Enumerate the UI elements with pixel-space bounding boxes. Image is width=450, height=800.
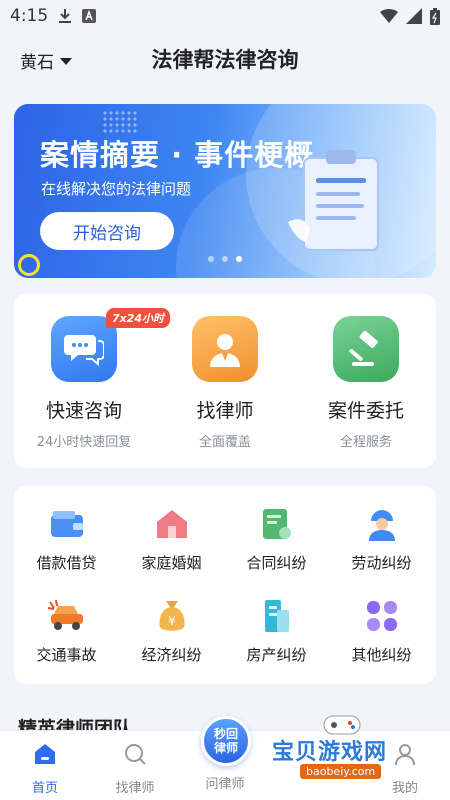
- floating-ring-icon: [18, 254, 40, 276]
- category-contract[interactable]: 合同纠纷: [224, 504, 329, 573]
- category-property[interactable]: 房产纠纷: [224, 596, 329, 665]
- category-label: 家庭婚姻: [141, 554, 202, 572]
- banner-title: 案情摘要 · 事件梗概: [40, 138, 315, 172]
- clipboard-document-icon: [288, 150, 379, 251]
- status-time: 4:15: [10, 6, 49, 26]
- lawyer-icon: [192, 316, 258, 382]
- svg-text:¥: ¥: [168, 614, 176, 628]
- category-label: 其他纠纷: [351, 646, 412, 664]
- category-marriage[interactable]: 家庭婚姻: [119, 504, 224, 573]
- search-icon: [125, 744, 146, 765]
- banner-page-dot[interactable]: [208, 256, 214, 262]
- banner-dot-pattern: [102, 110, 138, 134]
- gavel-icon: [333, 316, 399, 382]
- nav-label: 问律师: [205, 777, 245, 792]
- category-card: 借款借贷 家庭婚姻 合同纠纷 劳动纠纷 交通事故 ¥ 经济纠纷 房产纠纷 其他纠…: [14, 486, 436, 684]
- nav-find-lawyer[interactable]: 找律师: [90, 741, 180, 796]
- contract-icon: [257, 504, 297, 544]
- banner-page-dot[interactable]: [222, 256, 228, 262]
- category-label: 合同纠纷: [246, 554, 307, 572]
- money-bag-icon: ¥: [152, 596, 192, 636]
- watermark-url: baobeiy.com: [300, 764, 382, 779]
- status-bar: 4:15: [0, 0, 450, 32]
- category-traffic[interactable]: 交通事故: [14, 596, 119, 665]
- battery-icon: [430, 7, 440, 25]
- home-icon: [35, 744, 55, 764]
- start-consult-button[interactable]: 开始咨询: [40, 212, 174, 250]
- center-button-line1: 秒回: [213, 727, 238, 741]
- instant-reply-lawyer-button[interactable]: 秒回 律师: [201, 716, 251, 766]
- quick-consult-entry[interactable]: 快速咨询 24小时快速回复: [14, 316, 154, 450]
- category-label: 劳动纠纷: [351, 554, 412, 572]
- category-labor[interactable]: 劳动纠纷: [329, 504, 434, 573]
- feature-label: 案件委托: [327, 400, 404, 422]
- app-notification-icon: [82, 9, 97, 23]
- car-crash-icon: [47, 596, 87, 636]
- signal-icon: [406, 8, 422, 24]
- center-button-line2: 律师: [213, 741, 238, 755]
- category-loan[interactable]: 借款借贷: [14, 504, 119, 573]
- watermark: 宝贝游戏网 baobeiy.com: [272, 712, 428, 782]
- house-icon: [152, 504, 192, 544]
- category-label: 交通事故: [36, 646, 97, 664]
- category-other[interactable]: 其他纠纷: [329, 596, 434, 665]
- feature-subtitle: 全程服务: [339, 435, 392, 450]
- page-title: 法律帮法律咨询: [151, 48, 299, 72]
- feature-label: 快速咨询: [45, 400, 122, 422]
- nav-label: 找律师: [115, 781, 155, 796]
- nav-home[interactable]: 首页: [0, 741, 90, 796]
- app-header: 黄石 法律帮法律咨询: [0, 38, 450, 82]
- find-lawyer-entry[interactable]: 找律师 全面覆盖: [155, 316, 295, 450]
- category-label: 房产纠纷: [246, 646, 307, 664]
- feature-subtitle: 24小时快速回复: [36, 435, 132, 450]
- watermark-text: 宝贝游戏网: [272, 740, 388, 765]
- banner-subtitle: 在线解决您的法律问题: [41, 180, 192, 198]
- feature-card: 快速咨询 24小时快速回复 7x24小时 找律师 全面覆盖 案件委托 全程服务: [14, 294, 436, 468]
- feature-label: 找律师: [196, 400, 254, 422]
- wifi-icon: [380, 9, 398, 23]
- banner-pagination[interactable]: [208, 256, 242, 262]
- download-icon: [59, 9, 72, 23]
- promo-banner[interactable]: 案情摘要 · 事件梗概 在线解决您的法律问题 开始咨询: [14, 104, 436, 278]
- worker-icon: [362, 504, 402, 544]
- category-economy[interactable]: ¥ 经济纠纷: [119, 596, 224, 665]
- grid-icon: [362, 596, 402, 636]
- banner-page-dot-active[interactable]: [236, 256, 242, 262]
- case-entrust-entry[interactable]: 案件委托 全程服务: [296, 316, 436, 450]
- feature-subtitle: 全面覆盖: [198, 435, 251, 450]
- category-label: 借款借贷: [36, 554, 97, 572]
- category-label: 经济纠纷: [141, 646, 202, 664]
- building-icon: [257, 596, 297, 636]
- wallet-icon: [47, 504, 87, 544]
- nav-label: 首页: [31, 781, 58, 796]
